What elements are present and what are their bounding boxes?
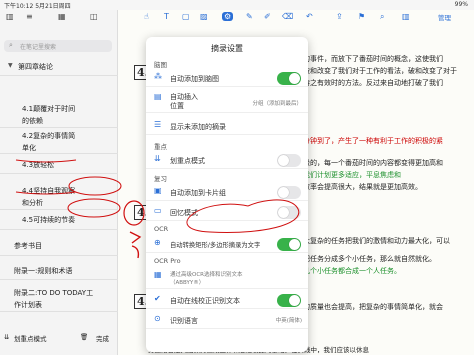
auto-add-mindmap-toggle[interactable] (277, 72, 301, 85)
sidebar-toggle-icon[interactable]: ▥ (6, 12, 14, 21)
auto-card-toggle[interactable] (277, 186, 301, 199)
toc-icon[interactable]: ≡ (26, 12, 33, 21)
image-tool-icon[interactable]: ▨ (200, 12, 208, 21)
language-icon: ⊙ (154, 314, 161, 323)
settings-tool-icon[interactable]: ⚙ (222, 12, 234, 21)
toc-item[interactable]: 4.2复杂的事情简单化 (0, 130, 118, 154)
sidebar-toolbar: ▥ ≡ ▦ ◫ (4, 12, 114, 24)
page-text-line: 持之有效时的方法。反过来自动地打破了我们 (303, 79, 443, 87)
highlight-mode-toggle[interactable] (277, 154, 301, 167)
highlight-mode-row: ⇊ 划重点模式 (146, 151, 308, 169)
highlight-mode-icon[interactable]: ⇊ (4, 333, 9, 341)
status-bar: 下午10:12 5月21日周四 99% (0, 0, 474, 10)
layout-icon[interactable]: ▥ (402, 12, 410, 21)
trash-icon[interactable]: 🗑 (80, 333, 88, 341)
section-ocr-pro: OCR Pro (154, 257, 181, 265)
list-icon: ☰ (154, 120, 162, 129)
recall-mode-row: ▭ 回忆模式 (146, 203, 308, 221)
pen-icon[interactable]: ✎ (246, 12, 253, 21)
page-text-line: 的质量也会提高，把复杂的事情简单化，就会 (303, 303, 443, 311)
page-text-line: 效率会提高很大，结果就是更加高效。 (303, 183, 422, 191)
toc-item[interactable]: 4.4坚持自我观察和分析 (0, 184, 118, 210)
convert-icon: ⊕ (154, 238, 161, 247)
page-text-line: 极的，每一个番茄时间的内容都变得更加高和 (303, 159, 443, 167)
page-text-line: 太复杂的任务把我们的激情和动力最大化，可以 (303, 237, 450, 245)
toc-item[interactable]: 4.3放轻松 (0, 158, 118, 174)
insert-icon: ▤ (154, 92, 162, 101)
page-text-line-highlighted: 几个小任务都合成一个人任务。 (303, 267, 401, 275)
section-ocr: OCR (154, 225, 169, 233)
toc-item[interactable]: 4.5可持续的节奏 (0, 212, 118, 230)
page-text-line: 的事件，而放下了番茄时间的概念，这使我们 (303, 55, 443, 63)
ocr-service-row[interactable]: ▦ 通过高级OCR选择和识别文本（ABBYY®） (146, 267, 308, 289)
toc-item[interactable]: 附录二:TO DO TODAY工作计划表 (0, 286, 118, 312)
online-check-icon: ✔ (154, 294, 161, 303)
auto-card-row: ▣ 自动添加到卡片组 (146, 183, 308, 201)
pointer-icon[interactable]: ☝ (144, 12, 149, 21)
grid-icon[interactable]: ▦ (58, 12, 66, 21)
done-button[interactable]: 完成 (96, 333, 109, 343)
auto-convert-toggle[interactable] (277, 238, 301, 251)
ocr-icon: ▦ (154, 270, 162, 279)
bookmark-icon[interactable]: ⚑ (358, 12, 365, 21)
highlighter-icon[interactable]: ✐ (264, 12, 271, 21)
recall-mode-toggle[interactable] (277, 206, 301, 219)
text-tool-icon[interactable]: T (164, 12, 169, 21)
manage-button[interactable]: 管理 (438, 12, 451, 22)
popup-title: 摘录设置 (211, 44, 243, 53)
auto-online-toggle[interactable] (277, 294, 301, 307)
highlight-mode-button[interactable]: 划重点模式 (14, 333, 47, 343)
toc-item[interactable]: ▼ 第四章结论 (0, 58, 118, 76)
page-toolbar: ☝ T ▢ ▨ ⚙ ✎ ✐ ⌫ ↶ ⇪ ⚑ ⌕ ▥ 管理 (118, 10, 474, 24)
bookmark-icon[interactable]: ◫ (90, 12, 98, 21)
recall-icon: ▭ (154, 206, 162, 215)
sidebar-bottom-bar: ⇊ 划重点模式 🗑 完成 (0, 330, 118, 344)
position-select[interactable]: 分组（添加到最后） (252, 99, 302, 107)
section-mindmap: 脑图 (154, 61, 167, 69)
search-icon: ⌕ (9, 41, 13, 49)
mindmap-icon: ⁂ (154, 72, 162, 81)
auto-convert-row: ⊕ 自动转换矩形/多边形摘录为文字 (146, 235, 308, 253)
status-time: 下午10:12 5月21日周四 (4, 3, 71, 10)
auto-online-row: ✔ 自动在线校正识别文本 (146, 291, 308, 309)
toc-item[interactable]: 附录一:规则和术语 (0, 262, 118, 280)
excerpt-settings-popup: 摘录设置 脑图 ⁂ 自动添加到脑图 ▤ 自动插入 位置 分组（添加到最后） ☰ … (146, 37, 308, 352)
toc-item[interactable]: 参考书目 (0, 238, 118, 256)
auto-add-mindmap-row: ⁂ 自动添加到脑图 (146, 69, 308, 87)
card-icon: ▣ (154, 186, 162, 195)
share-icon[interactable]: ⇪ (336, 12, 343, 21)
eraser-icon[interactable]: ⌫ (282, 12, 293, 21)
toc-item[interactable]: 4.1颠覆对于时间的依赖 (0, 102, 118, 128)
recognition-language-row[interactable]: ⊙ 识别语言 中英(简体) (146, 311, 308, 329)
battery-indicator: 99% (454, 1, 468, 8)
language-select[interactable]: 中英(简体) (276, 316, 302, 324)
page-text-line: 把任务分成多个小任务，那么就自然就化。 (303, 255, 436, 263)
sidebar: ▥ ≡ ▦ ◫ ⌕ 在笔记里搜索 ▼ 第四章结论 4.1颠覆对于时间的依赖 4.… (0, 10, 118, 355)
show-unadded-row[interactable]: ☰ 显示未添加的摘录 (146, 117, 308, 135)
page-text-line-highlighted: 我们计划更多适应，平息焦虑和 (303, 171, 401, 179)
section-review: 复习 (154, 175, 167, 183)
auto-insert-row[interactable]: ▤ 自动插入 位置 分组（添加到最后） (146, 89, 308, 113)
page-text-line: 破和改变了我们对于工作的看法，破和改变了对于 (303, 67, 457, 75)
search-icon[interactable]: ⌕ (380, 12, 384, 22)
chevron-down-icon[interactable]: ▼ (8, 62, 13, 69)
highlight-icon: ⇊ (154, 154, 161, 163)
rect-tool-icon[interactable]: ▢ (182, 12, 190, 21)
undo-icon[interactable]: ↶ (306, 12, 313, 21)
page-text-line-highlighted: 分钟到了，产生了一种有利于工作的积极的紧 (303, 137, 443, 145)
search-input[interactable]: ⌕ 在笔记里搜索 (4, 40, 112, 52)
section-highlight: 重点 (154, 143, 167, 151)
